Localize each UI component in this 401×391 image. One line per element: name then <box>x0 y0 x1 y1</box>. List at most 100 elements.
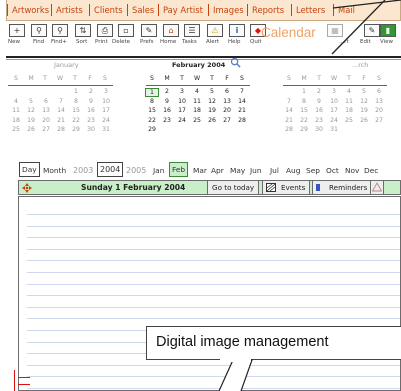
day-cell-mar-16[interactable]: 16 <box>312 107 326 114</box>
day-cell-jan-14[interactable]: 14 <box>54 107 68 114</box>
day-cell-mar-17[interactable]: 17 <box>327 107 341 114</box>
month-may-link[interactable]: May <box>230 164 245 179</box>
day-cell-feb-11[interactable]: 11 <box>190 98 204 105</box>
edit-icon[interactable]: ✎ <box>364 24 380 37</box>
day-cell-mar-7[interactable]: 7 <box>282 98 296 105</box>
move-icon[interactable] <box>22 183 32 193</box>
day-cell-mar-27[interactable]: 27 <box>372 117 386 124</box>
sort-icon[interactable]: ⇅ <box>75 24 91 37</box>
day-cell-mar-5[interactable]: 5 <box>357 88 371 95</box>
day-cell-feb-28[interactable]: 28 <box>235 117 249 124</box>
day-cell-mar-20[interactable]: 20 <box>372 107 386 114</box>
day-cell-feb-13[interactable]: 13 <box>220 98 234 105</box>
day-cell-mar-14[interactable]: 14 <box>282 107 296 114</box>
day-cell-jan-27[interactable]: 27 <box>39 126 53 133</box>
day-cell-mar-28[interactable]: 28 <box>282 126 296 133</box>
day-cell-jan-8[interactable]: 8 <box>69 98 83 105</box>
month-jan-link[interactable]: Jan <box>153 164 164 179</box>
menu-pay-artist[interactable]: Pay Artist <box>163 5 203 15</box>
day-cell-feb-21[interactable]: 21 <box>235 107 249 114</box>
day-cell-feb-18[interactable]: 18 <box>190 107 204 114</box>
day-cell-jan-19[interactable]: 19 <box>24 117 38 124</box>
day-cell-jan-18[interactable]: 18 <box>9 117 23 124</box>
day-cell-jan-24[interactable]: 24 <box>99 117 113 124</box>
day-cell-jan-20[interactable]: 20 <box>39 117 53 124</box>
day-cell-jan-1[interactable]: 1 <box>69 88 83 95</box>
grid-icon[interactable]: ▦ <box>327 24 343 37</box>
day-cell-feb-5[interactable]: 5 <box>205 88 219 95</box>
day-cell-jan-21[interactable]: 21 <box>54 117 68 124</box>
day-cell-mar-12[interactable]: 12 <box>357 98 371 105</box>
menu-reports[interactable]: Reports <box>252 5 284 15</box>
go-to-today-button[interactable]: Go to today <box>207 180 260 195</box>
day-cell-jan-2[interactable]: 2 <box>84 88 98 95</box>
day-cell-jan-30[interactable]: 30 <box>84 126 98 133</box>
alert-icon[interactable]: ⚠ <box>207 24 223 37</box>
month-aug-link[interactable]: Aug <box>286 164 300 179</box>
day-cell-feb-23[interactable]: 23 <box>160 117 174 124</box>
day-cell-feb-15[interactable]: 15 <box>145 107 159 114</box>
month-dec-link[interactable]: Dec <box>364 164 378 179</box>
day-cell-feb-1[interactable]: 1 <box>145 88 159 97</box>
day-cell-mar-23[interactable]: 23 <box>312 117 326 124</box>
month-apr-link[interactable]: Apr <box>211 164 224 179</box>
day-cell-feb-24[interactable]: 24 <box>175 117 189 124</box>
view-icon[interactable]: ▮ <box>380 24 396 37</box>
month-mar-link[interactable]: Mar <box>193 164 207 179</box>
day-cell-feb-26[interactable]: 26 <box>205 117 219 124</box>
menu-clients[interactable]: Clients <box>94 5 123 15</box>
day-cell-mar-22[interactable]: 22 <box>297 117 311 124</box>
day-cell-feb-14[interactable]: 14 <box>235 98 249 105</box>
day-cell-mar-13[interactable]: 13 <box>372 98 386 105</box>
day-cell-jan-29[interactable]: 29 <box>69 126 83 133</box>
day-cell-mar-15[interactable]: 15 <box>297 107 311 114</box>
month-jun-link[interactable]: Jun <box>250 164 262 179</box>
month-title-january[interactable]: January <box>54 61 79 69</box>
day-cell-mar-25[interactable]: 25 <box>342 117 356 124</box>
menu-sales[interactable]: Sales <box>132 5 154 15</box>
day-cell-jan-28[interactable]: 28 <box>54 126 68 133</box>
month-title-march[interactable]: ...rch <box>352 61 368 69</box>
day-cell-mar-9[interactable]: 9 <box>312 98 326 105</box>
day-cell-mar-29[interactable]: 29 <box>297 126 311 133</box>
day-cell-jan-15[interactable]: 15 <box>69 107 83 114</box>
day-cell-jan-11[interactable]: 11 <box>9 107 23 114</box>
print-icon[interactable]: ⎙ <box>97 24 113 37</box>
day-cell-feb-20[interactable]: 20 <box>220 107 234 114</box>
day-cell-mar-21[interactable]: 21 <box>282 117 296 124</box>
month-nov-link[interactable]: Nov <box>345 164 359 179</box>
menu-artists[interactable]: Artists <box>56 5 83 15</box>
day-cell-jan-9[interactable]: 9 <box>84 98 98 105</box>
menu-letters[interactable]: Letters <box>296 5 325 15</box>
day-cell-jan-17[interactable]: 17 <box>99 107 113 114</box>
day-cell-feb-8[interactable]: 8 <box>145 98 159 105</box>
menu-mail[interactable]: Mail <box>338 5 355 15</box>
day-cell-jan-5[interactable]: 5 <box>24 98 38 105</box>
menu-artworks[interactable]: Artworks <box>12 5 49 15</box>
day-cell-feb-10[interactable]: 10 <box>175 98 189 105</box>
menu-images[interactable]: Images <box>213 5 244 15</box>
day-cell-mar-6[interactable]: 6 <box>372 88 386 95</box>
tasks-icon[interactable]: ☰ <box>184 24 200 37</box>
day-cell-mar-1[interactable]: 1 <box>297 88 311 95</box>
day-cell-mar-19[interactable]: 19 <box>357 107 371 114</box>
day-cell-feb-12[interactable]: 12 <box>205 98 219 105</box>
reminders-button[interactable]: Reminders <box>312 180 373 195</box>
find-icon[interactable]: ⚲ <box>31 24 47 37</box>
day-cell-mar-31[interactable]: 31 <box>327 126 341 133</box>
view-month-button[interactable]: Month <box>43 164 66 179</box>
day-cell-mar-18[interactable]: 18 <box>342 107 356 114</box>
day-cell-mar-4[interactable]: 4 <box>342 88 356 95</box>
day-cell-jan-25[interactable]: 25 <box>9 126 23 133</box>
day-cell-feb-16[interactable]: 16 <box>160 107 174 114</box>
view-day-button[interactable]: Day <box>19 162 40 177</box>
month-oct-link[interactable]: Oct <box>326 164 339 179</box>
day-cell-jan-12[interactable]: 12 <box>24 107 38 114</box>
day-cell-feb-25[interactable]: 25 <box>190 117 204 124</box>
day-cell-feb-27[interactable]: 27 <box>220 117 234 124</box>
day-cell-feb-17[interactable]: 17 <box>175 107 189 114</box>
day-cell-feb-22[interactable]: 22 <box>145 117 159 124</box>
help-icon[interactable]: i <box>229 24 245 37</box>
home-icon[interactable]: ⌂ <box>163 24 179 37</box>
month-feb-link[interactable]: Feb <box>169 162 189 177</box>
